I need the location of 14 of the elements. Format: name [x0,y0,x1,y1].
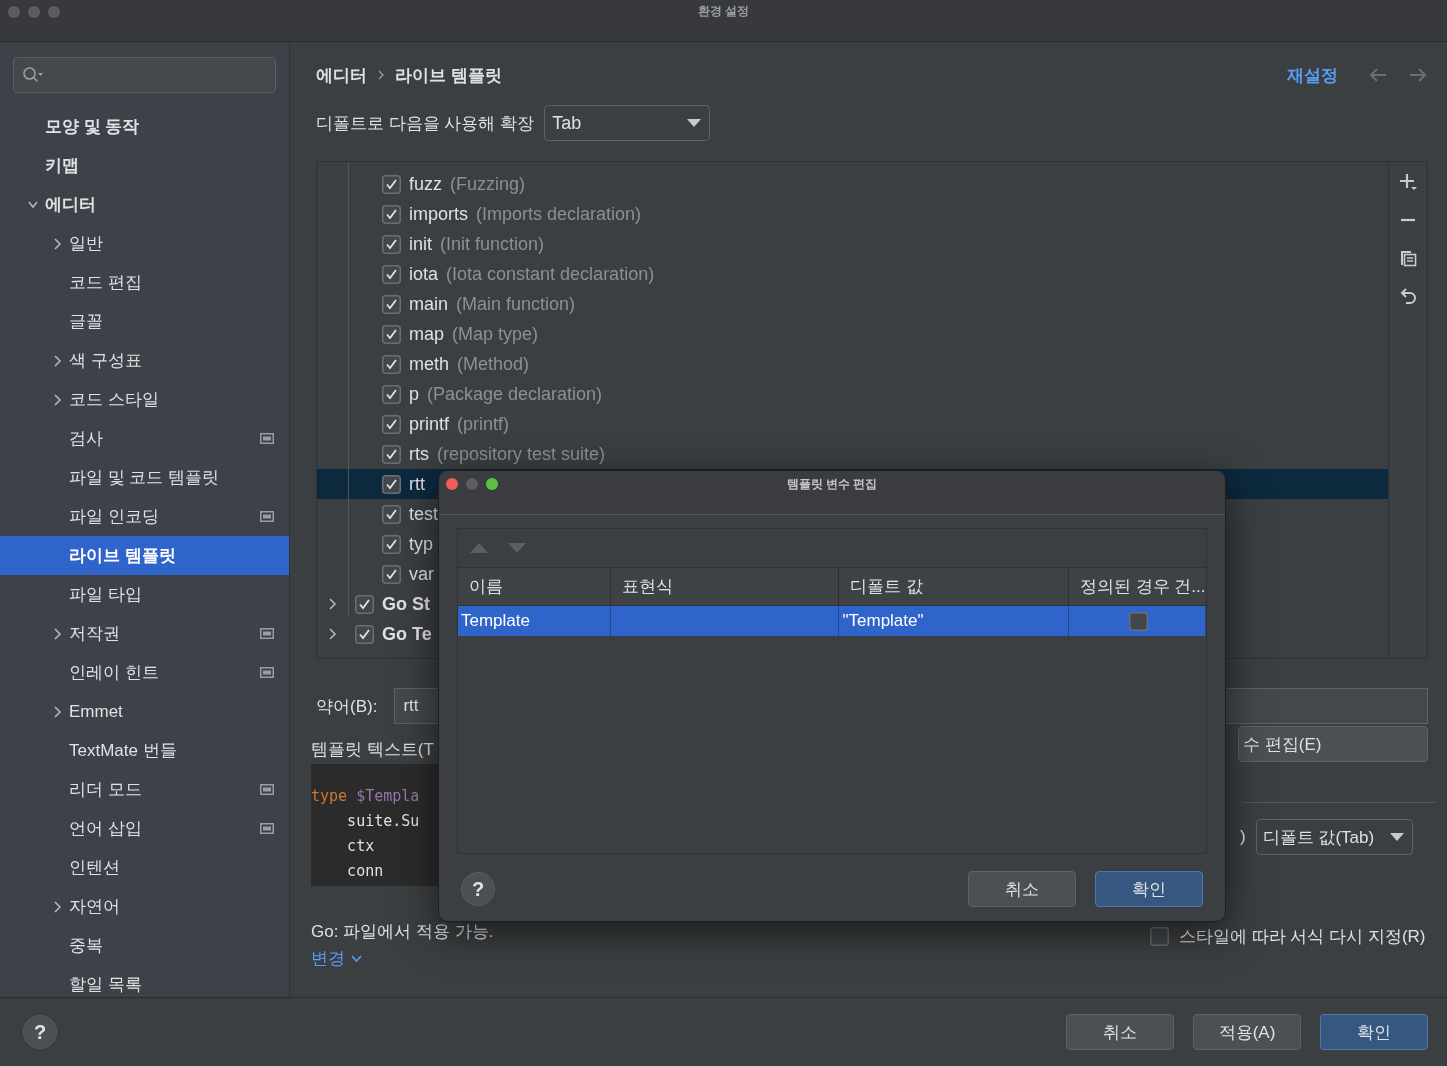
code-line: ctx [346,837,376,857]
window-title: 환경 설정 [697,3,750,20]
code-line: conn [346,862,385,882]
applicability-text: Go: 파일에서 적용 가능. [311,921,495,943]
dialog-title: 템플릿 변수 편집 [786,476,878,493]
template-text-label: 템플릿 텍스트(T [311,738,435,761]
table-cell: Template [458,605,611,636]
table-cell: "Template" [839,605,1069,636]
abbreviation-label: 약어(B): [316,695,378,718]
expand-option-label: ) [1240,827,1246,847]
reformat-label: 스타일에 따라 서식 다시 지정(R) [1179,926,1426,948]
code-line: type $Templa [311,787,421,807]
expand-label: 디폴트로 다음을 사용해 확장 [316,112,535,135]
code-line: suite.Su [346,812,421,832]
